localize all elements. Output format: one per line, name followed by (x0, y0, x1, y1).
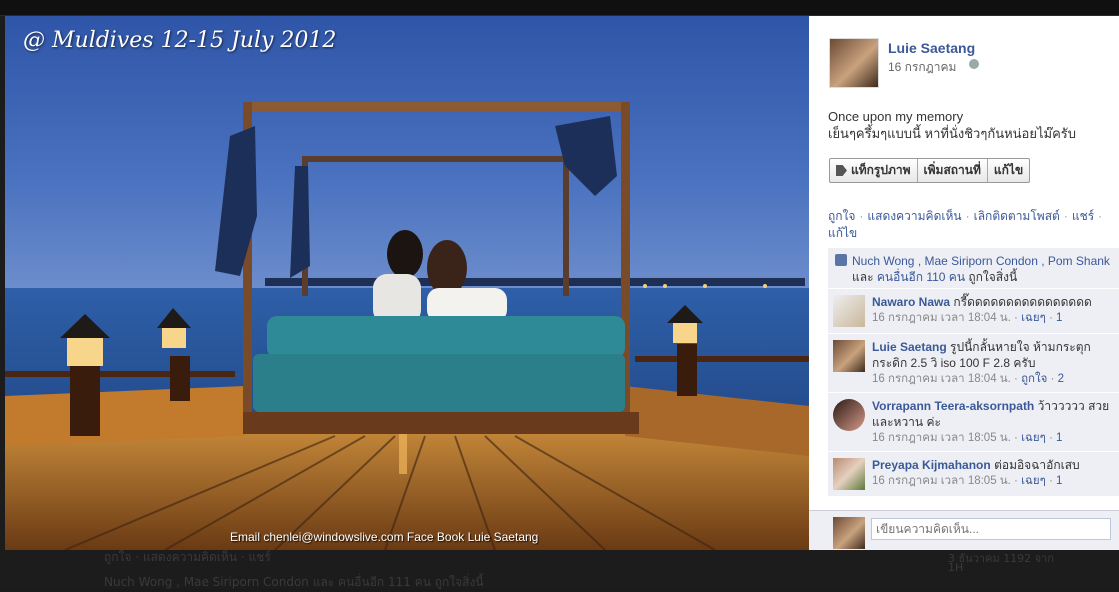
edit-button[interactable]: แก้ไข (988, 159, 1029, 182)
background-actions: ถูกใจ · แสดงความคิดเห็น · แชร์ (104, 550, 271, 564)
commenter-avatar[interactable] (833, 295, 865, 327)
tag-photo-label: แท็กรูปภาพ (851, 163, 911, 177)
author-avatar[interactable] (829, 38, 879, 88)
top-bar (0, 0, 1119, 16)
post-description: Once upon my memory เย็นๆครึ้มๆแบบนี้ หา… (828, 108, 1113, 142)
photo-image (5, 16, 809, 550)
comment-meta: 16 กรกฎาคม เวลา 18:04 น. · ถูกใจ · 2 (872, 373, 1065, 385)
post-date[interactable]: 16 กรกฎาคม (888, 58, 956, 77)
likes-suffix: ถูกใจสิ่งนี้ (968, 270, 1018, 284)
photo-details-panel: Luie Saetang 16 กรกฎาคม Once upon my mem… (809, 16, 1119, 550)
background-likes: Nuch Wong , Mae Siriporn Condon และ คนอื… (104, 575, 484, 589)
comment-time[interactable]: 16 กรกฎาคม เวลา 18:05 น. (872, 432, 1011, 444)
commenter-avatar[interactable] (833, 340, 865, 372)
comment-text: ต่อมอิจฉาอักเสบ (994, 458, 1080, 472)
comment-composer (809, 510, 1119, 550)
comment-meta: 16 กรกฎาคม เวลา 18:05 น. · เฉยๆ · 1 (872, 475, 1063, 487)
comment-like-link[interactable]: เฉยๆ (1021, 475, 1046, 487)
commenter-name[interactable]: Luie Saetang (872, 340, 947, 354)
photo-button-group: แท็กรูปภาพ เพิ่มสถานที่ แก้ไข (829, 158, 1031, 183)
comment-like-count[interactable]: 1 (1056, 312, 1062, 324)
commenter-avatar[interactable] (833, 399, 865, 431)
author-name-link[interactable]: Luie Saetang (888, 40, 975, 56)
photo-caption: @ Muldives 12-15 July 2012 (23, 28, 337, 53)
background-meta: 1H (948, 561, 964, 574)
commenter-name[interactable]: Preyapa Kijmahanon (872, 458, 991, 472)
comment-like-count[interactable]: 1 (1056, 432, 1062, 444)
comment-like-count[interactable]: 2 (1058, 373, 1064, 385)
globe-icon[interactable] (969, 59, 979, 69)
comment-time[interactable]: 16 กรกฎาคม เวลา 18:04 น. (872, 373, 1011, 385)
comment-meta: 16 กรกฎาคม เวลา 18:05 น. · เฉยๆ · 1 (872, 432, 1063, 444)
commenter-avatar[interactable] (833, 458, 865, 490)
comment-like-link[interactable]: เฉยๆ (1021, 312, 1046, 324)
tag-icon (836, 165, 847, 176)
background-date: 3 ธันวาคม 1192 จาก (948, 552, 1054, 565)
comment-text: กรี๊ดดดดดดดดดดดดดดดด (953, 295, 1092, 309)
comment-meta: 16 กรกฎาคม เวลา 18:04 น. · เฉยๆ · 1 (872, 312, 1063, 324)
comment-list: Nawaro Nawa กรี๊ดดดดดดดดดดดดดดดด 16 กรกฎ… (828, 288, 1119, 496)
post-actions: ถูกใจ · แสดงความคิดเห็น · เลิกติดตามโพสต์ · แช… (828, 209, 1103, 240)
likes-summary: Nuch Wong , Mae Siriporn Condon , Pom Sh… (828, 248, 1119, 290)
share-link[interactable]: แชร์ (1072, 209, 1094, 223)
photo-viewer[interactable]: @ Muldives 12-15 July 2012 Email chenlei… (5, 16, 809, 550)
add-location-button[interactable]: เพิ่มสถานที่ (918, 159, 988, 182)
tag-photo-button[interactable]: แท็กรูปภาพ (830, 159, 918, 182)
edit-link[interactable]: แก้ไข (828, 226, 857, 240)
commenter-name[interactable]: Nawaro Nawa (872, 295, 950, 309)
comment-input[interactable] (871, 518, 1111, 540)
composer-avatar (833, 517, 865, 549)
comment-like-count[interactable]: 1 (1056, 475, 1062, 487)
like-link[interactable]: ถูกใจ (828, 209, 855, 223)
comment-like-link[interactable]: เฉยๆ (1021, 432, 1046, 444)
comment-item: Nawaro Nawa กรี๊ดดดดดดดดดดดดดดดด 16 กรกฎ… (828, 288, 1119, 333)
likers-names[interactable]: Nuch Wong , Mae Siriporn Condon , Pom Sh… (852, 254, 1110, 268)
likes-and: และ (852, 270, 874, 284)
comment-item: Luie Saetang รูปนี้กลั้นหายใจ ห้ามกระตุก… (828, 333, 1119, 392)
unfollow-link[interactable]: เลิกติดตามโพสต์ (974, 209, 1060, 223)
commenter-name[interactable]: Vorrapann Teera-aksornpath (872, 399, 1034, 413)
description-line-2: เย็นๆครึ้มๆแบบนี้ หาที่นั่งชิวๆกันหน่อยไ… (828, 126, 1076, 141)
thumbs-up-icon (835, 254, 847, 266)
comment-like-link[interactable]: ถูกใจ (1021, 373, 1047, 385)
comment-link[interactable]: แสดงความคิดเห็น (867, 209, 961, 223)
description-line-1: Once upon my memory (828, 109, 964, 124)
photo-watermark: Email chenlei@windowslive.com Face Book … (230, 530, 539, 544)
comment-item: Preyapa Kijmahanon ต่อมอิจฉาอักเสบ 16 กร… (828, 451, 1119, 496)
comment-time[interactable]: 16 กรกฎาคม เวลา 18:04 น. (872, 312, 1011, 324)
comment-time[interactable]: 16 กรกฎาคม เวลา 18:05 น. (872, 475, 1011, 487)
other-likers-link[interactable]: คนอื่นอีก 110 คน (877, 270, 965, 284)
comment-item: Vorrapann Teera-aksornpath ว้าววววว สวยแ… (828, 392, 1119, 451)
